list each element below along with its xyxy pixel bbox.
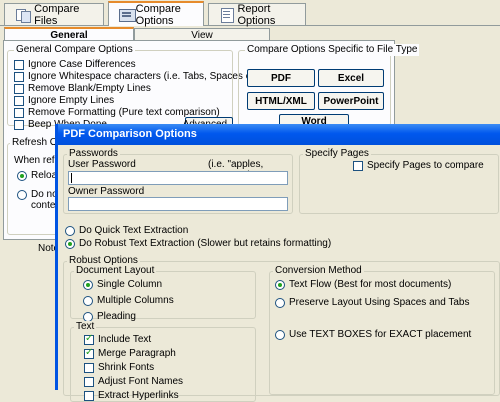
subtab-general[interactable]: General [4,27,134,41]
ignore-case-checkbox[interactable]: Ignore Case Differences [14,59,136,71]
powerpoint-options-button[interactable]: PowerPoint [318,92,384,110]
include-text-checkbox[interactable]: Include Text [84,333,151,346]
multiple-columns-radio[interactable]: Multiple Columns [83,295,174,307]
ignore-whitespace-checkbox[interactable]: Ignore Whitespace characters (i.e. Tabs,… [14,71,265,83]
user-password-label: User Password [68,159,136,170]
dialog-title-bar[interactable]: PDF Comparison Options [58,124,500,145]
text-boxes-radio[interactable]: Use TEXT BOXES for EXACT placement [275,329,471,341]
conversion-method-group: Conversion Method Text Flow (Best for mo… [269,265,495,395]
preserve-layout-radio[interactable]: Preserve Layout Using Spaces and Tabs [275,297,469,309]
quick-extraction-radio[interactable]: Do Quick Text Extraction [65,225,188,237]
owner-password-field[interactable] [68,197,288,211]
compare-files-icon [15,8,32,23]
tab-compare-files[interactable]: Compare Files [4,3,104,27]
pdf-comparison-options-dialog: PDF Comparison Options Passwords User Pa… [55,124,500,402]
merge-paragraph-checkbox[interactable]: Merge Paragraph [84,347,176,360]
single-column-radio[interactable]: Single Column [83,279,162,291]
user-password-field[interactable] [68,171,288,185]
ignore-empty-lines-checkbox[interactable]: Ignore Empty Lines [14,95,114,107]
main-tab-bar: Compare Files Compare Options Report Opt… [0,0,500,27]
text-options-group: Text Include Text Merge Paragraph Shrink… [70,321,256,402]
tab-compare-options[interactable]: Compare Options [108,1,204,27]
owner-password-label: Owner Password [68,186,145,197]
text-flow-radio[interactable]: Text Flow (Best for most documents) [275,279,451,291]
document-layout-group: Document Layout Single Column Multiple C… [70,265,256,322]
specify-pages-checkbox[interactable]: Specify Pages to compare [353,160,484,172]
options-icon [119,8,136,22]
excel-options-button[interactable]: Excel [318,69,384,87]
robust-options-group: Robust Options Document Layout Single Co… [63,255,500,402]
adjust-font-names-checkbox[interactable]: Adjust Font Names [84,376,183,388]
passwords-group: Passwords User Password (i.e. "apples, o… [63,148,293,214]
html-xml-options-button[interactable]: HTML/XML [247,92,315,110]
tab-report-options[interactable]: Report Options [208,3,306,27]
specify-pages-group: Specify Pages Specify Pages to compare [299,148,499,214]
pdf-options-button[interactable]: PDF [247,69,315,87]
dialog-title: PDF Comparison Options [63,128,197,140]
text-cursor [71,173,72,183]
extract-hyperlinks-checkbox[interactable]: Extract Hyperlinks [84,390,179,402]
robust-extraction-radio[interactable]: Do Robust Text Extraction (Slower but re… [65,238,331,250]
remove-blank-lines-checkbox[interactable]: Remove Blank/Empty Lines [14,83,151,95]
general-compare-options-group: General Compare Options Ignore Case Diff… [7,44,265,132]
shrink-fonts-checkbox[interactable]: Shrink Fonts [84,362,154,374]
file-type-options-group: Compare Options Specific to File Type PD… [238,44,420,128]
report-icon [219,8,235,23]
